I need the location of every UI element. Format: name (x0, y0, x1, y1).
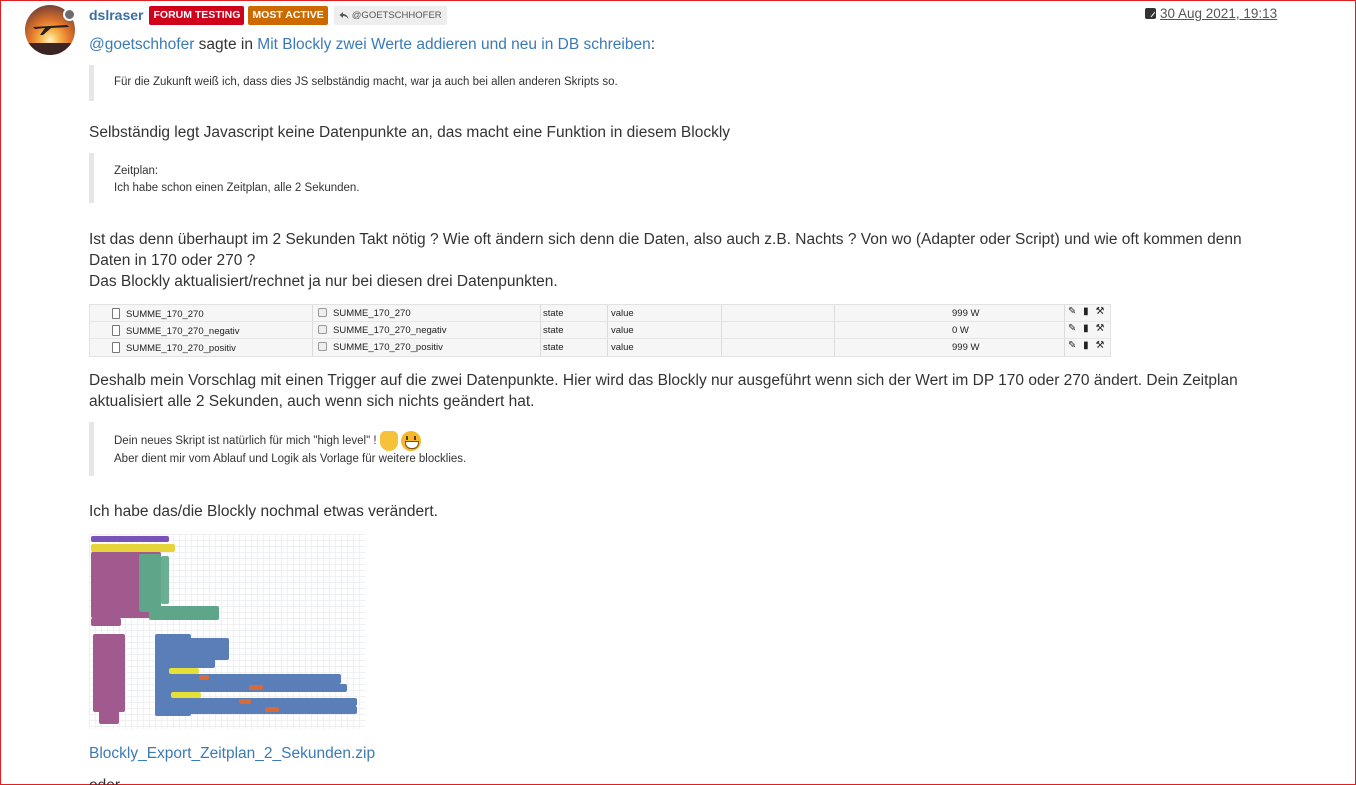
dp-value: 999 W (952, 342, 980, 353)
quote-3-line-1: Dein neues Skript ist natürlich für mich… (114, 431, 466, 451)
object-icon (318, 342, 327, 351)
file-icon (112, 308, 120, 319)
object-icon (318, 308, 327, 317)
dp-value: 999 W (952, 308, 980, 319)
file-icon (112, 342, 120, 353)
thread-link[interactable]: Mit Blockly zwei Werte addieren und neu … (257, 36, 650, 53)
file-icon (112, 325, 120, 336)
reply-to-link[interactable]: @GOETSCHHOFER (333, 5, 447, 25)
badge-most-active[interactable]: MOST ACTIVE (248, 5, 328, 25)
dp-common-name: SUMME_170_270_positiv (333, 342, 443, 353)
grinning-emoji (400, 431, 421, 451)
edit-icon (1145, 8, 1156, 19)
badge-forum-testing[interactable]: FORUM TESTING (149, 5, 245, 25)
table-row: SUMME_170_270_negativ SUMME_170_270_nega… (90, 322, 1110, 339)
quote-block-1: Für die Zukunft weiß ich, dass dies JS s… (89, 65, 618, 101)
quote-block-2: Zeitplan: Ich habe schon einen Zeitplan,… (89, 153, 360, 203)
mention-suffix: : (650, 36, 656, 53)
row-actions: ✎ ▮ ⚒ (1068, 340, 1104, 351)
reply-arrow-icon (339, 11, 349, 19)
mention-middle: sagte in (198, 36, 253, 53)
table-row: SUMME_170_270 SUMME_170_270 state value … (90, 305, 1110, 322)
dp-type: state (543, 308, 564, 319)
pencil-icon[interactable]: ✎ (1068, 340, 1076, 351)
offline-status-dot (63, 8, 76, 21)
reply-to-label: @GOETSCHHOFER (351, 9, 442, 21)
trash-icon[interactable]: ▮ (1083, 306, 1089, 317)
trash-icon[interactable]: ▮ (1083, 340, 1089, 351)
paragraph-2: Ist das denn überhaupt im 2 Sekunden Tak… (89, 229, 1242, 292)
wrench-icon[interactable]: ⚒ (1095, 323, 1104, 334)
timestamp-link[interactable]: 30 Aug 2021, 19:13 (1160, 6, 1277, 21)
pencil-icon[interactable]: ✎ (1068, 306, 1076, 317)
dp-common-name-cell: SUMME_170_270_negativ (318, 325, 447, 336)
username-link[interactable]: dslraser (89, 7, 143, 23)
post-timestamp: 30 Aug 2021, 19:13 (1145, 6, 1277, 21)
dp-value: 0 W (952, 325, 969, 336)
dp-name: SUMME_170_270_positiv (126, 343, 236, 354)
quote-block-3: Dein neues Skript ist natürlich für mich… (89, 422, 466, 476)
pencil-icon[interactable]: ✎ (1068, 323, 1076, 334)
wrench-icon[interactable]: ⚒ (1095, 306, 1104, 317)
table-row: SUMME_170_270_positiv SUMME_170_270_posi… (90, 339, 1110, 356)
paragraph-1: Selbständig legt Javascript keine Datenp… (89, 124, 731, 141)
dp-common-name-cell: SUMME_170_270_positiv (318, 342, 443, 353)
row-actions: ✎ ▮ ⚒ (1068, 323, 1104, 334)
paragraph-3-line-2: aktualisiert alle 2 Sekunden, auch wenn … (89, 393, 535, 410)
object-icon (318, 325, 327, 334)
paragraph-2-line-3: Das Blockly aktualisiert/rechnet ja nur … (89, 273, 558, 290)
mention-link[interactable]: @goetschhofer (89, 36, 194, 53)
quote-3-line-1-text: Dein neues Skript ist natürlich für mich… (114, 435, 377, 448)
dp-name: SUMME_170_270 (126, 309, 204, 320)
paragraph-3-line-1: Deshalb mein Vorschlag mit einen Trigger… (89, 372, 1238, 389)
paragraph-3: Deshalb mein Vorschlag mit einen Trigger… (89, 370, 1238, 412)
quote-2-line-1: Zeitplan: (114, 165, 159, 177)
trash-icon[interactable]: ▮ (1083, 323, 1089, 334)
trailing-text: oder (89, 775, 120, 785)
quote-3-line-2: Aber dient mir vom Ablauf und Logik als … (114, 453, 467, 465)
dp-name-cell: SUMME_170_270_positiv (112, 342, 236, 354)
attachment-line: Blockly_Export_Zeitplan_2_Sekunden.zip (89, 743, 375, 764)
paragraph-2-line-1: Ist das denn überhaupt im 2 Sekunden Tak… (89, 231, 1242, 248)
wrench-icon[interactable]: ⚒ (1095, 340, 1104, 351)
blockly-screenshot[interactable] (89, 534, 365, 729)
dp-role: value (611, 342, 634, 353)
datapoint-table: SUMME_170_270 SUMME_170_270 state value … (89, 304, 1111, 357)
dp-role: value (611, 325, 634, 336)
dp-name-cell: SUMME_170_270 (112, 308, 204, 320)
dp-common-name-cell: SUMME_170_270 (318, 308, 411, 319)
mention-line: @goetschhofer sagte in Mit Blockly zwei … (89, 34, 655, 55)
dp-common-name: SUMME_170_270_negativ (333, 325, 447, 336)
post-header: dslraser FORUM TESTING MOST ACTIVE @GOET… (89, 5, 447, 25)
dp-common-name: SUMME_170_270 (333, 308, 411, 319)
paragraph-4: Ich habe das/die Blockly nochmal etwas v… (89, 503, 438, 520)
dp-role: value (611, 308, 634, 319)
dp-name: SUMME_170_270_negativ (126, 326, 240, 337)
thumbs-up-emoji (379, 431, 398, 451)
dp-name-cell: SUMME_170_270_negativ (112, 325, 240, 337)
dp-type: state (543, 325, 564, 336)
attachment-link[interactable]: Blockly_Export_Zeitplan_2_Sekunden.zip (89, 745, 375, 762)
row-actions: ✎ ▮ ⚒ (1068, 306, 1104, 317)
paragraph-2-line-2: Daten in 170 oder 270 ? (89, 252, 256, 269)
quote-2-line-2: Ich habe schon einen Zeitplan, alle 2 Se… (114, 182, 360, 194)
dp-type: state (543, 342, 564, 353)
quote-1-text: Für die Zukunft weiß ich, dass dies JS s… (114, 76, 618, 88)
